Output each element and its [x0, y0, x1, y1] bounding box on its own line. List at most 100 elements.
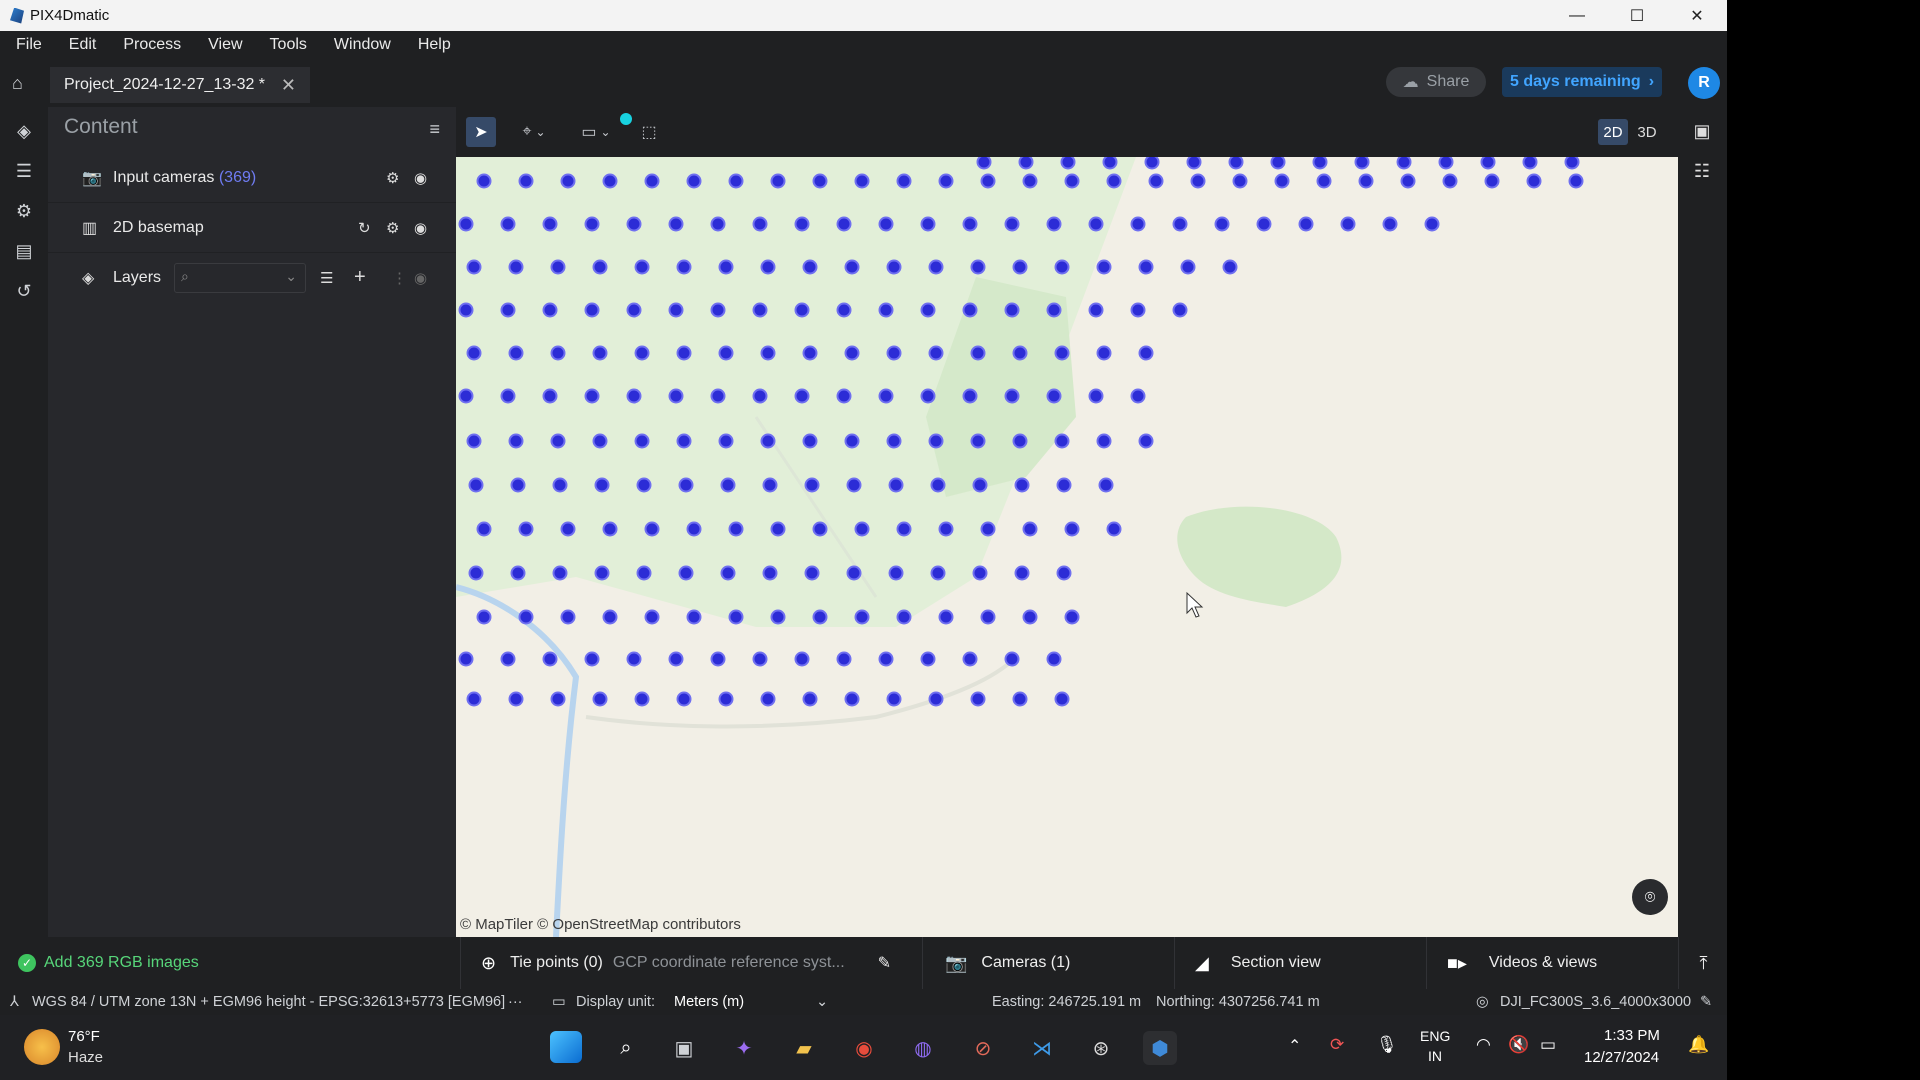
camera-position-dot[interactable] [1088, 388, 1104, 404]
camera-position-dot[interactable] [972, 565, 988, 581]
properties-list-icon[interactable]: ☷ [1690, 161, 1714, 185]
camera-position-dot[interactable] [1190, 173, 1206, 189]
camera-position-dot[interactable] [594, 477, 610, 493]
camera-position-dot[interactable] [752, 388, 768, 404]
camera-position-dot[interactable] [962, 651, 978, 667]
row-layers[interactable]: ◈ Layers ⌕ ⌄ ☰ + ⋮ ◉ [48, 253, 456, 302]
gear-icon[interactable]: ⚙ [386, 219, 399, 237]
volume-muted-icon[interactable]: 🔇 [1508, 1035, 1529, 1055]
camera-position-dot[interactable] [794, 651, 810, 667]
row-input-cameras[interactable]: 📷 Input cameras (369) ⚙ ◉ [48, 153, 456, 203]
camera-position-dot[interactable] [1046, 651, 1062, 667]
camera-position-dot[interactable] [1054, 433, 1070, 449]
camera-position-dot[interactable] [602, 521, 618, 537]
camera-position-dot[interactable] [1358, 173, 1374, 189]
camera-position-dot[interactable] [878, 388, 894, 404]
camera-position-dot[interactable] [668, 216, 684, 232]
camera-position-dot[interactable] [1522, 157, 1538, 170]
camera-position-dot[interactable] [542, 216, 558, 232]
vscode-icon[interactable]: ⋊ [1025, 1031, 1059, 1065]
app-icon-2[interactable]: ⊘ [966, 1031, 1000, 1065]
camera-position-dot[interactable] [760, 259, 776, 275]
camera-position-dot[interactable] [718, 691, 734, 707]
camera-position-dot[interactable] [1130, 216, 1146, 232]
camera-position-dot[interactable] [560, 609, 576, 625]
menu-edit[interactable]: Edit [69, 36, 97, 54]
camera-position-dot[interactable] [508, 433, 524, 449]
camera-position-dot[interactable] [510, 565, 526, 581]
camera-position-dot[interactable] [592, 433, 608, 449]
camera-position-dot[interactable] [886, 691, 902, 707]
camera-position-dot[interactable] [1012, 433, 1028, 449]
wifi-icon[interactable]: ◠ [1476, 1035, 1491, 1055]
camera-position-dot[interactable] [928, 691, 944, 707]
camera-position-dot[interactable] [678, 565, 694, 581]
camera-position-dot[interactable] [970, 433, 986, 449]
camera-position-dot[interactable] [1004, 388, 1020, 404]
camera-position-dot[interactable] [802, 691, 818, 707]
camera-position-dot[interactable] [626, 651, 642, 667]
camera-position-dot[interactable] [458, 388, 474, 404]
camera-position-dot[interactable] [962, 302, 978, 318]
camera-position-dot[interactable] [802, 259, 818, 275]
crs-label[interactable]: WGS 84 / UTM zone 13N + EGM96 height - E… [32, 994, 505, 1010]
camera-position-dot[interactable] [1228, 157, 1244, 170]
camera-position-dot[interactable] [760, 691, 776, 707]
camera-position-dot[interactable] [794, 388, 810, 404]
camera-position-dot[interactable] [720, 477, 736, 493]
camera-position-dot[interactable] [552, 477, 568, 493]
camera-position-dot[interactable] [854, 521, 870, 537]
expand-panel-button[interactable]: ⤒ [1678, 937, 1728, 989]
camera-position-dot[interactable] [752, 216, 768, 232]
camera-position-dot[interactable] [844, 691, 860, 707]
camera-position-dot[interactable] [1088, 302, 1104, 318]
eye-icon[interactable]: ◉ [414, 269, 427, 287]
app-icon[interactable]: ◍ [906, 1031, 940, 1065]
camera-position-dot[interactable] [980, 609, 996, 625]
camera-position-dot[interactable] [812, 521, 828, 537]
camera-position-dot[interactable] [920, 216, 936, 232]
camera-position-dot[interactable] [804, 477, 820, 493]
clock-time[interactable]: 1:33 PM [1604, 1027, 1660, 1044]
recenter-button[interactable]: ⌾ [1632, 879, 1668, 915]
camera-position-dot[interactable] [886, 433, 902, 449]
camera-position-dot[interactable] [1064, 521, 1080, 537]
videos-views-button[interactable]: ■▸ Videos & views [1426, 937, 1677, 989]
map-canvas[interactable] [456, 157, 1678, 937]
camera-position-dot[interactable] [718, 345, 734, 361]
camera-position-dot[interactable] [1106, 521, 1122, 537]
camera-position-dot[interactable] [466, 259, 482, 275]
history-icon[interactable]: ↺ [12, 279, 36, 303]
camera-position-dot[interactable] [980, 173, 996, 189]
camera-position-dot[interactable] [836, 388, 852, 404]
camera-position-dot[interactable] [920, 302, 936, 318]
camera-position-dot[interactable] [542, 388, 558, 404]
camera-position-dot[interactable] [938, 173, 954, 189]
camera-position-dot[interactable] [710, 302, 726, 318]
camera-position-dot[interactable] [1340, 216, 1356, 232]
camera-position-dot[interactable] [468, 565, 484, 581]
layers-nav-icon[interactable]: ◈ [12, 119, 36, 143]
map-view[interactable]: © MapTiler © OpenStreetMap contributors … [456, 157, 1678, 937]
camera-position-dot[interactable] [844, 433, 860, 449]
camera-position-dot[interactable] [458, 302, 474, 318]
camera-position-dot[interactable] [550, 345, 566, 361]
section-view-button[interactable]: ◢ Section view [1174, 937, 1425, 989]
maximize-button[interactable]: ☐ [1607, 0, 1667, 31]
camera-position-dot[interactable] [1232, 173, 1248, 189]
cameras-panel-button[interactable]: 📷 Cameras (1) [922, 937, 1173, 989]
camera-position-dot[interactable] [728, 521, 744, 537]
camera-position-dot[interactable] [584, 302, 600, 318]
camera-position-dot[interactable] [762, 565, 778, 581]
camera-position-dot[interactable] [718, 259, 734, 275]
camera-position-dot[interactable] [584, 216, 600, 232]
camera-position-dot[interactable] [1096, 345, 1112, 361]
camera-position-dot[interactable] [602, 173, 618, 189]
menu-process[interactable]: Process [123, 36, 181, 54]
camera-position-dot[interactable] [1106, 173, 1122, 189]
camera-position-dot[interactable] [888, 565, 904, 581]
camera-position-dot[interactable] [644, 609, 660, 625]
camera-position-dot[interactable] [1098, 477, 1114, 493]
camera-position-dot[interactable] [518, 521, 534, 537]
camera-position-dot[interactable] [1004, 302, 1020, 318]
